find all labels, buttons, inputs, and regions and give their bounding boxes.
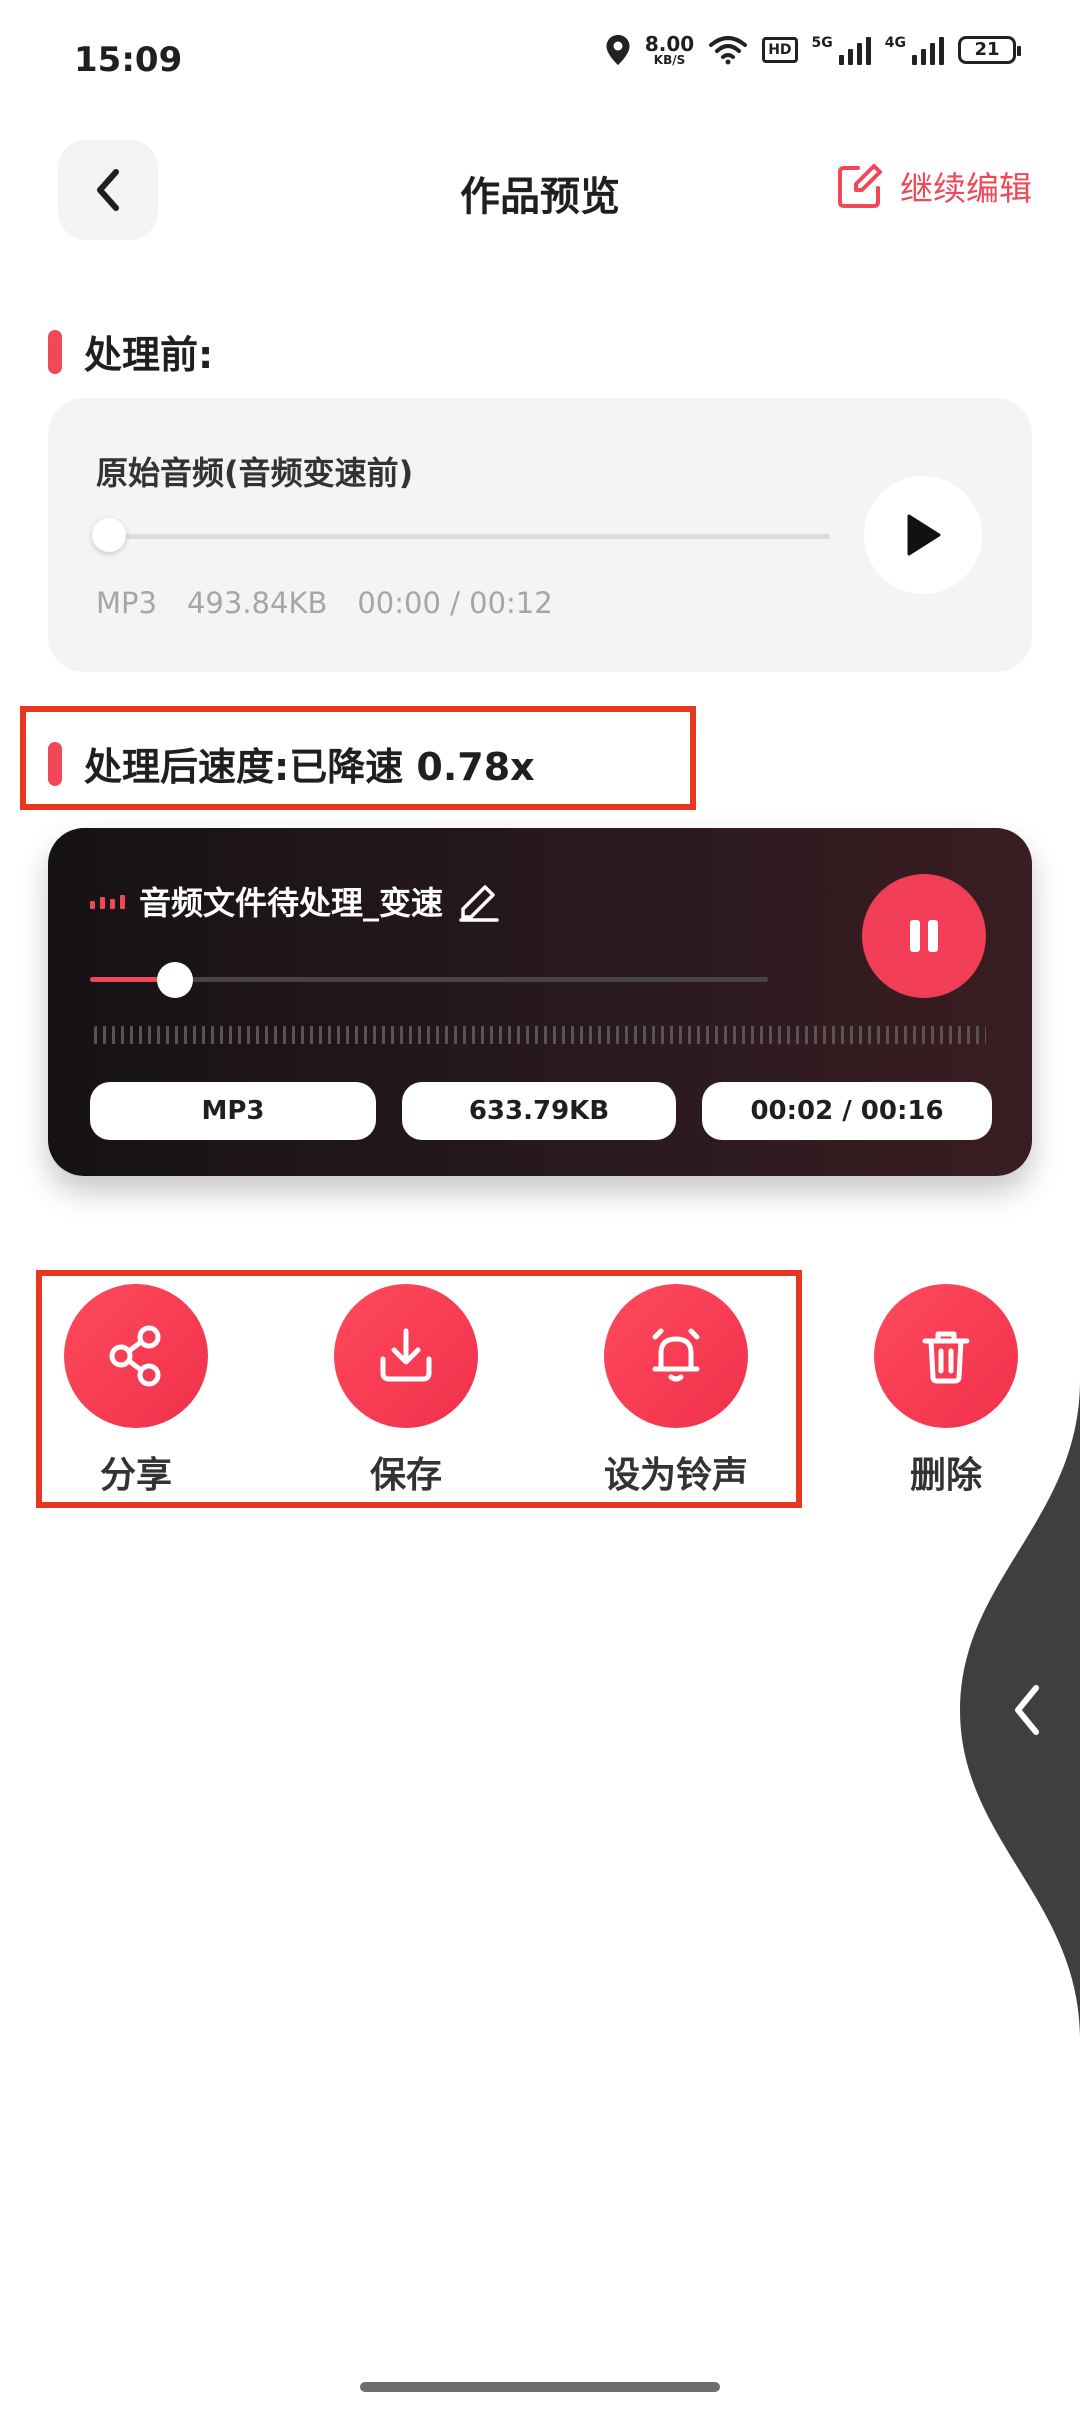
original-audio-format: MP3 bbox=[96, 586, 157, 620]
rename-pencil-icon[interactable] bbox=[457, 879, 501, 923]
hd-badge: HD bbox=[762, 37, 798, 63]
net-speed-value: 8.00 bbox=[644, 32, 695, 56]
net-speed-unit: KB/S bbox=[653, 53, 686, 67]
side-drawer-handle[interactable] bbox=[960, 1380, 1080, 2040]
processed-audio-card: 音频文件待处理_变速 MP3 633.79KB 00:02 / 00:16 bbox=[48, 828, 1032, 1176]
original-audio-size: 493.84KB bbox=[186, 586, 328, 620]
before-section-label: 处理前: bbox=[48, 324, 213, 379]
after-section-label: 处理后速度:已降速 0.78x bbox=[48, 736, 535, 791]
continue-edit-button[interactable]: 继续编辑 bbox=[836, 162, 1032, 210]
location-icon bbox=[606, 35, 630, 65]
signal-sim1-icon: 5G bbox=[812, 35, 871, 65]
home-indicator[interactable] bbox=[360, 2382, 720, 2392]
section-accent-bar bbox=[48, 741, 62, 786]
play-icon bbox=[907, 514, 941, 556]
share-icon bbox=[109, 1325, 161, 1387]
edit-icon bbox=[838, 164, 882, 208]
pause-button[interactable] bbox=[862, 874, 986, 998]
share-button[interactable]: 分享 bbox=[36, 1284, 236, 1498]
original-audio-meta: MP3 493.84KB 00:00 / 00:12 bbox=[96, 586, 553, 620]
original-audio-card: 原始音频(音频变速前) MP3 493.84KB 00:00 / 00:12 bbox=[48, 398, 1032, 672]
pause-icon bbox=[910, 920, 938, 952]
save-button[interactable]: 保存 bbox=[306, 1284, 506, 1498]
time-pill: 00:02 / 00:16 bbox=[702, 1082, 992, 1140]
format-pill: MP3 bbox=[90, 1082, 376, 1140]
original-audio-title: 原始音频(音频变速前) bbox=[96, 454, 414, 492]
signal-sim2-icon: 4G bbox=[885, 35, 944, 65]
set-ringtone-button[interactable]: 设为铃声 bbox=[576, 1284, 776, 1498]
play-button[interactable] bbox=[864, 476, 982, 594]
share-label: 分享 bbox=[99, 1455, 172, 1496]
playing-indicator-icon bbox=[90, 893, 125, 909]
battery-icon: 21 bbox=[958, 36, 1021, 64]
waveform bbox=[94, 1026, 986, 1044]
status-time: 15:09 bbox=[74, 40, 183, 80]
net-speed: 8.00 KB/S bbox=[645, 34, 694, 66]
continue-edit-label: 继续编辑 bbox=[900, 169, 1032, 208]
before-section-text: 处理前: bbox=[84, 333, 214, 377]
original-audio-seekbar[interactable] bbox=[96, 534, 830, 539]
processed-audio-title: 音频文件待处理_变速 bbox=[90, 878, 501, 924]
set-ringtone-label: 设为铃声 bbox=[603, 1455, 748, 1496]
processed-audio-seek-handle[interactable] bbox=[157, 962, 193, 998]
original-audio-seek-handle[interactable] bbox=[92, 518, 126, 552]
save-label: 保存 bbox=[369, 1455, 442, 1496]
bell-icon bbox=[652, 1328, 700, 1382]
section-accent-bar bbox=[48, 329, 62, 374]
processed-file-name: 音频文件待处理_变速 bbox=[139, 884, 444, 922]
size-pill: 633.79KB bbox=[402, 1082, 676, 1140]
status-icons: 8.00 KB/S HD 5G 4G 21 bbox=[605, 34, 1021, 66]
wifi-icon bbox=[709, 36, 748, 65]
original-audio-time: 00:00 / 00:12 bbox=[357, 586, 553, 620]
download-icon bbox=[380, 1328, 432, 1382]
after-section-text: 处理后速度:已降速 0.78x bbox=[84, 745, 535, 789]
